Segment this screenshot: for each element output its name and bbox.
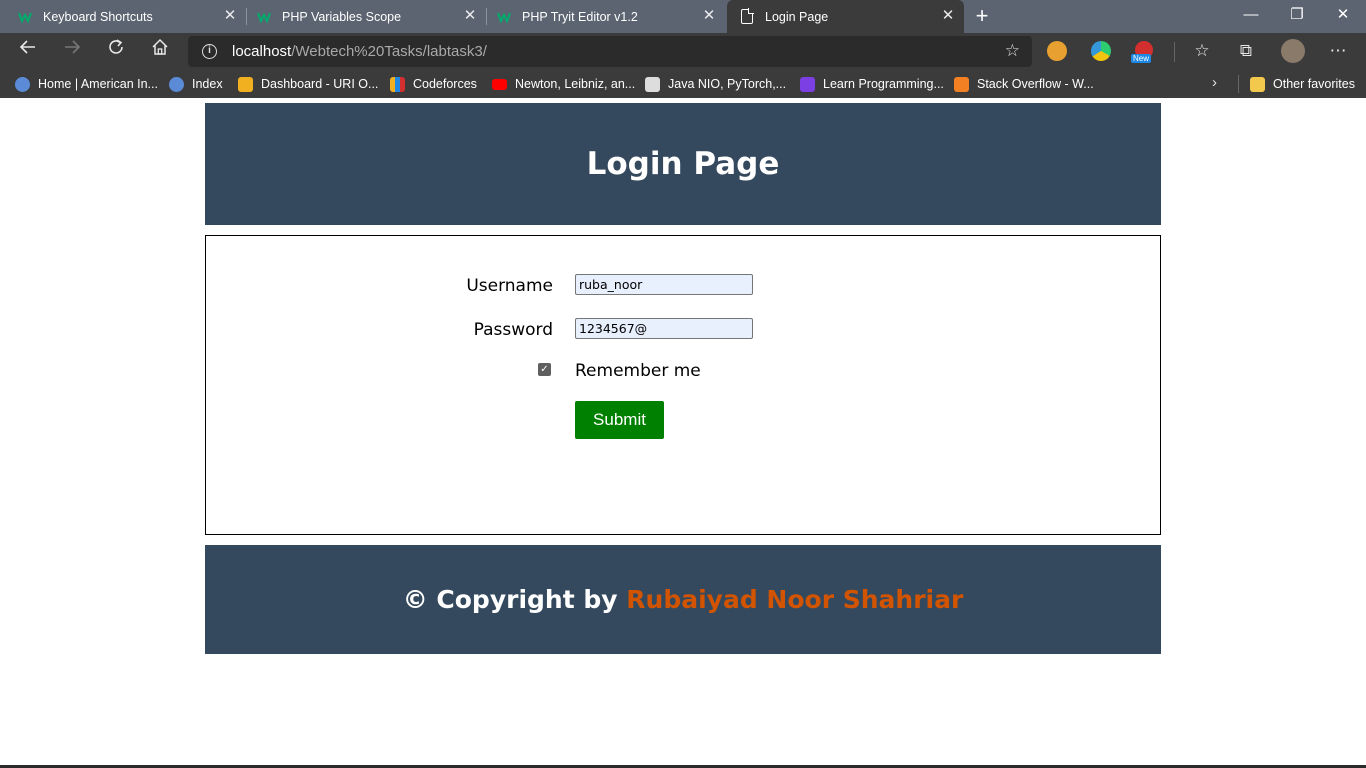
page-header: Login Page [205,103,1161,225]
document-icon [741,8,754,24]
tab-php-variables-scope[interactable]: PHP Variables Scope ✕ [247,0,486,33]
other-favorites-label: Other favorites [1273,77,1355,91]
w3schools-icon [497,12,512,24]
more-menu-icon[interactable]: ⋯ [1325,38,1351,64]
extension-owl-icon[interactable] [1047,41,1067,61]
login-form: Username Password ✓ Remember me Submit [205,235,1161,535]
toolbar-divider [1174,42,1175,62]
w3schools-icon [257,12,272,24]
tab-title: PHP Tryit Editor v1.2 [522,9,638,24]
password-input[interactable] [575,318,753,339]
tab-php-tryit-editor[interactable]: PHP Tryit Editor v1.2 ✕ [487,0,725,33]
trophy-icon [238,76,253,92]
close-icon[interactable]: ✕ [701,8,717,24]
username-label: Username [466,276,553,296]
bookmark-favicon-icon [169,76,184,92]
bookmark-label: Stack Overflow - W... [977,77,1094,91]
bookmark-label: Learn Programming... [823,77,944,91]
page-footer: © Copyright by Rubaiyad Noor Shahriar [205,545,1161,654]
bookmark-item[interactable]: Java NIO, PyTorch,... [645,76,786,92]
bookmarks-bar: Home | American In... Index Dashboard - … [0,70,1366,98]
chevron-right-icon[interactable]: › [1212,74,1217,91]
page-title: Login Page [586,146,780,182]
arrow-right-icon [65,40,81,54]
bookmark-item[interactable]: Dashboard - URI O... [238,76,378,92]
tab-title: Keyboard Shortcuts [43,9,153,24]
back-button[interactable] [15,38,41,64]
bookmark-label: Codeforces [413,77,477,91]
bookmark-favicon-icon [645,76,660,92]
bookmark-label: Newton, Leibniz, an... [515,77,636,91]
tab-strip: Keyboard Shortcuts ✕ PHP Variables Scope… [0,0,1366,33]
address-bar[interactable]: i localhost/Webtech%20Tasks/labtask3/ ☆ [188,36,1032,67]
minimize-button[interactable]: — [1228,0,1274,33]
bookmark-favicon-icon [800,76,815,92]
collections-icon[interactable]: ⧉ [1233,38,1259,64]
remember-me-label: Remember me [575,361,701,381]
bookmark-item[interactable]: Index [169,76,223,92]
new-tab-button[interactable]: + [971,5,993,27]
remember-me-checkbox[interactable]: ✓ [538,363,551,376]
tab-title: PHP Variables Scope [282,9,402,24]
browser-toolbar: i localhost/Webtech%20Tasks/labtask3/ ☆ … [0,33,1366,70]
username-input[interactable] [575,274,753,295]
bookmark-item[interactable]: Stack Overflow - W... [954,76,1094,92]
forward-button[interactable] [59,38,85,64]
stackoverflow-icon [954,76,969,92]
url-text[interactable]: localhost/Webtech%20Tasks/labtask3/ [232,43,487,60]
bookmark-item[interactable]: Home | American In... [15,76,158,92]
home-icon [152,38,168,55]
close-window-button[interactable]: ✕ [1320,0,1366,33]
url-host: localhost [232,43,292,60]
bookmark-label: Java NIO, PyTorch,... [668,77,787,91]
tab-keyboard-shortcuts[interactable]: Keyboard Shortcuts ✕ [0,0,246,33]
favorites-icon[interactable]: ☆ [1189,38,1215,64]
reload-button[interactable] [103,38,129,64]
bookmarks-divider [1238,75,1239,93]
refresh-icon [109,39,123,54]
tab-login-page[interactable]: Login Page ✕ [727,0,964,33]
bookmark-item[interactable]: Newton, Leibniz, an... [492,76,635,92]
arrow-left-icon [19,40,35,54]
bookmark-label: Dashboard - URI O... [261,77,379,91]
copyright-author: Rubaiyad Noor Shahriar [626,585,964,614]
copyright-text: © Copyright by Rubaiyad Noor Shahriar [403,585,964,614]
folder-icon [1250,76,1265,92]
new-badge: New [1131,54,1152,63]
tab-title: Login Page [765,9,829,24]
close-icon[interactable]: ✕ [940,8,956,24]
submit-button[interactable]: Submit [575,401,664,439]
home-button[interactable] [147,38,173,64]
close-icon[interactable]: ✕ [462,8,478,24]
w3schools-icon [18,12,33,24]
url-path: /Webtech%20Tasks/labtask3/ [291,43,487,60]
extension-color-icon[interactable] [1091,41,1111,61]
info-icon[interactable]: i [202,44,217,59]
bookmark-favicon-icon [15,76,30,92]
bookmark-item[interactable]: Codeforces [390,76,477,92]
bookmark-item[interactable]: Learn Programming... [800,76,944,92]
profile-avatar[interactable] [1281,39,1305,63]
other-favorites[interactable]: Other favorites [1250,76,1355,92]
bookmark-label: Home | American In... [38,77,158,91]
add-favorite-icon[interactable]: ☆ [1005,41,1020,61]
page-content: Login Page Username Password ✓ Remember … [0,98,1366,768]
close-icon[interactable]: ✕ [222,8,238,24]
bookmark-label: Index [192,77,223,91]
codeforces-icon [390,76,405,92]
copyright-prefix: © Copyright by [402,585,627,614]
password-label: Password [473,320,553,340]
restore-button[interactable]: ❐ [1274,0,1320,33]
youtube-icon [492,78,507,90]
